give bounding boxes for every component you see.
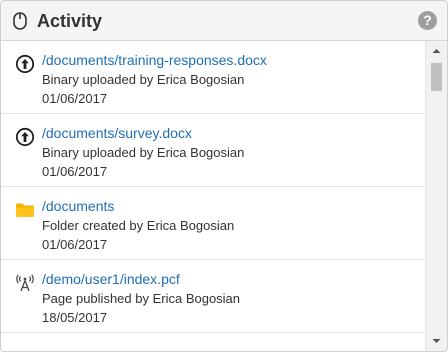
item-description: Binary uploaded by Erica Bogosian <box>42 145 245 160</box>
help-icon[interactable]: ? <box>418 11 437 30</box>
folder-icon <box>16 203 34 217</box>
item-path-link[interactable]: /demo/user1/index.pcf <box>42 270 180 288</box>
vertical-scrollbar[interactable] <box>425 41 447 351</box>
scroll-down-arrow-icon[interactable] <box>426 333 447 349</box>
item-path-link[interactable]: /documents/survey.docx <box>42 124 192 142</box>
item-description: Folder created by Erica Bogosian <box>42 218 235 233</box>
panel-title: Activity <box>37 11 103 31</box>
item-date: 01/06/2017 <box>42 237 108 252</box>
list-item: /documents Folder created by Erica Bogos… <box>1 187 425 260</box>
item-description: Page published by Erica Bogosian <box>42 291 241 306</box>
mouse-icon <box>13 12 27 30</box>
activity-panel: Activity ? /documents/training-responses… <box>0 0 448 352</box>
upload-circle-icon <box>15 127 35 147</box>
item-path-link[interactable]: /documents <box>42 197 114 215</box>
list-item: /documents/survey.docx Binary uploaded b… <box>1 114 425 187</box>
list-item: /demo/user1/index.pcf Page published by … <box>1 260 425 333</box>
activity-list: /documents/training-responses.docx Binar… <box>1 41 425 351</box>
scroll-up-arrow-icon[interactable] <box>426 43 447 59</box>
broadcast-icon <box>16 274 34 292</box>
list-item: /documents/training-responses.docx Binar… <box>1 41 425 114</box>
item-path-link[interactable]: /documents/training-responses.docx <box>42 51 267 69</box>
item-date: 18/05/2017 <box>42 310 108 325</box>
item-date: 01/06/2017 <box>42 164 108 179</box>
item-date: 01/06/2017 <box>42 91 108 106</box>
item-description: Binary uploaded by Erica Bogosian <box>42 72 245 87</box>
panel-header: Activity ? <box>1 1 447 41</box>
scrollbar-thumb[interactable] <box>431 63 442 91</box>
upload-circle-icon <box>15 54 35 74</box>
